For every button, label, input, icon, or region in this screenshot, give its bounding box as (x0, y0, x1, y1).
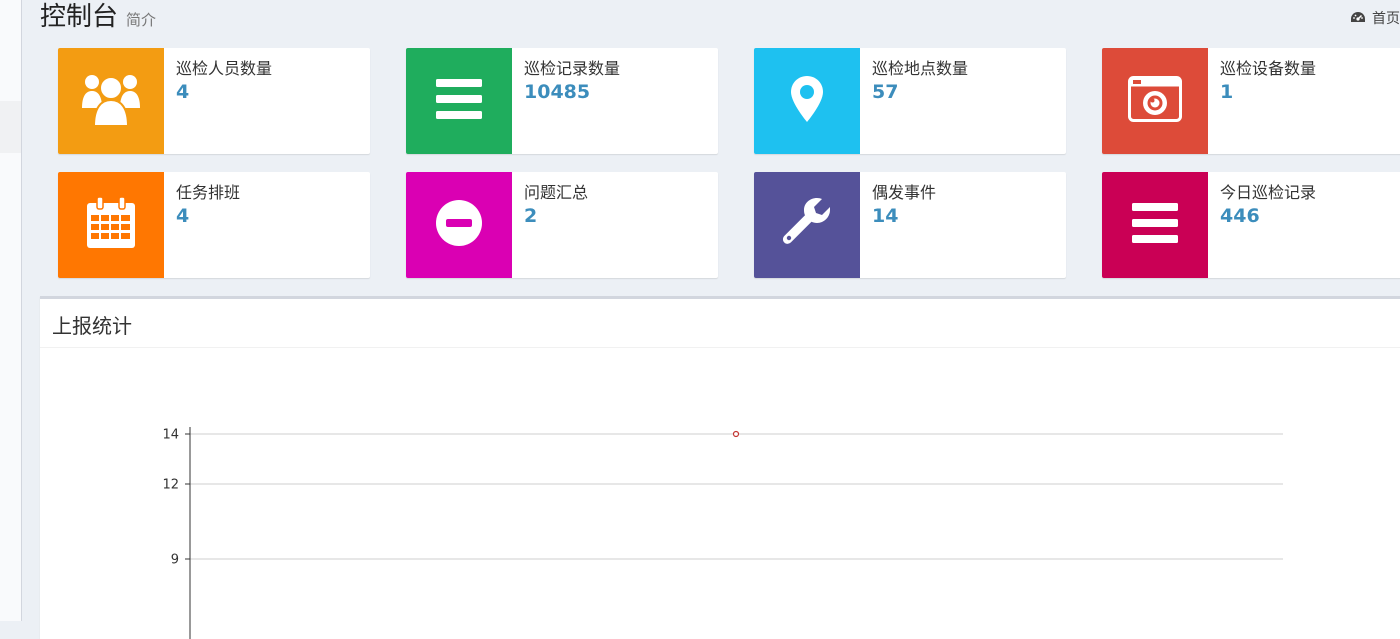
info-box-label: 问题汇总 (524, 183, 589, 202)
info-box-icon-bg (754, 172, 860, 278)
info-box-label: 偶发事件 (872, 183, 937, 202)
data-point[interactable] (732, 430, 740, 438)
info-box-today-records[interactable]: 今日巡检记录 446 (1102, 172, 1400, 278)
info-box-label: 巡检地点数量 (872, 59, 969, 78)
sidebar (0, 0, 22, 621)
info-box-label: 巡检人员数量 (176, 59, 273, 78)
info-box-number: 1 (1220, 81, 1234, 103)
y-tick-label: 12 (162, 478, 179, 493)
info-box-locations[interactable]: 巡检地点数量 57 (754, 48, 1066, 154)
page-subtitle: 简介 (126, 11, 157, 29)
map-marker-icon (791, 76, 823, 126)
wrench-icon (782, 198, 832, 252)
info-box-records[interactable]: 巡检记录数量 10485 (406, 48, 718, 154)
users-icon (82, 72, 140, 130)
info-box-number: 10485 (524, 81, 591, 103)
info-box-icon-bg (406, 48, 512, 154)
list-icon (1132, 203, 1178, 247)
breadcrumb[interactable]: 首页 (1350, 8, 1400, 28)
minus-circle-icon (436, 200, 482, 250)
info-box-number: 2 (524, 205, 538, 227)
info-box-number: 57 (872, 81, 899, 103)
info-box-schedule[interactable]: 任务排班 4 (58, 172, 370, 278)
info-box-issues[interactable]: 问题汇总 2 (406, 172, 718, 278)
info-box-icon-bg (406, 172, 512, 278)
calendar-icon (86, 196, 136, 253)
breadcrumb-home-link[interactable]: 首页 (1372, 8, 1400, 28)
info-box-number: 4 (176, 81, 190, 103)
list-icon (436, 79, 482, 123)
y-tick-label: 9 (171, 553, 179, 568)
dashboard-icon (1350, 11, 1366, 25)
info-box-icon-bg (58, 48, 164, 154)
info-box-label: 巡检记录数量 (524, 59, 621, 78)
info-box-icon-bg (1102, 172, 1208, 278)
info-box-incidents[interactable]: 偶发事件 14 (754, 172, 1066, 278)
report-stats-panel: 上报统计 14 12 9 (40, 296, 1400, 639)
info-box-icon-bg (58, 172, 164, 278)
info-box-icon-bg (754, 48, 860, 154)
page-title: 控制台 简介 (40, 2, 157, 32)
info-box-inspectors[interactable]: 巡检人员数量 4 (58, 48, 370, 154)
info-box-number: 4 (176, 205, 190, 227)
info-box-label: 今日巡检记录 (1220, 183, 1317, 202)
info-box-label: 巡检设备数量 (1220, 59, 1317, 78)
info-box-icon-bg (1102, 48, 1208, 154)
info-box-label: 任务排班 (176, 183, 241, 202)
camera-icon (1128, 76, 1182, 126)
sidebar-active-item[interactable] (0, 101, 21, 153)
report-chart: 14 12 9 (162, 427, 1283, 639)
info-box-devices[interactable]: 巡检设备数量 1 (1102, 48, 1400, 154)
info-box-number: 446 (1220, 205, 1260, 227)
info-box-number: 14 (872, 205, 899, 227)
y-tick-label: 14 (162, 428, 179, 443)
